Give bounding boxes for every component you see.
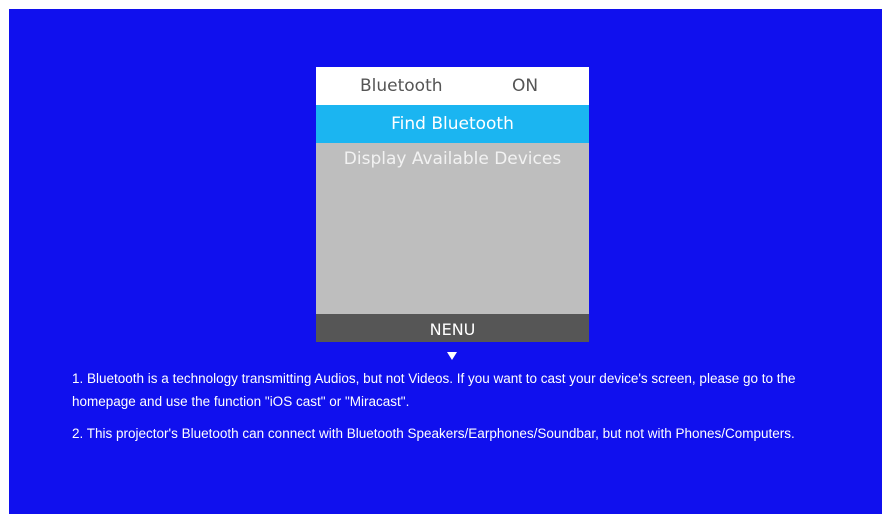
note-item-1: 1. Bluetooth is a technology transmittin… bbox=[72, 371, 796, 409]
find-bluetooth-menu-item[interactable]: Find Bluetooth bbox=[316, 105, 589, 143]
bluetooth-notes: 1. Bluetooth is a technology transmittin… bbox=[72, 367, 862, 454]
bluetooth-menu-panel: Bluetooth ON Find Bluetooth Display Avai… bbox=[316, 67, 589, 342]
triangle-down-icon bbox=[447, 352, 457, 360]
bluetooth-status-value: ON bbox=[512, 76, 539, 96]
bluetooth-label: Bluetooth bbox=[360, 76, 443, 96]
display-available-devices-menu-item[interactable]: Display Available Devices bbox=[316, 143, 589, 179]
note-item-2: 2. This projector's Bluetooth can connec… bbox=[72, 426, 795, 441]
bluetooth-toggle-row[interactable]: Bluetooth ON bbox=[316, 67, 589, 105]
projector-screen: Bluetooth ON Find Bluetooth Display Avai… bbox=[9, 9, 882, 514]
menu-footer-button[interactable]: NENU bbox=[316, 314, 589, 342]
